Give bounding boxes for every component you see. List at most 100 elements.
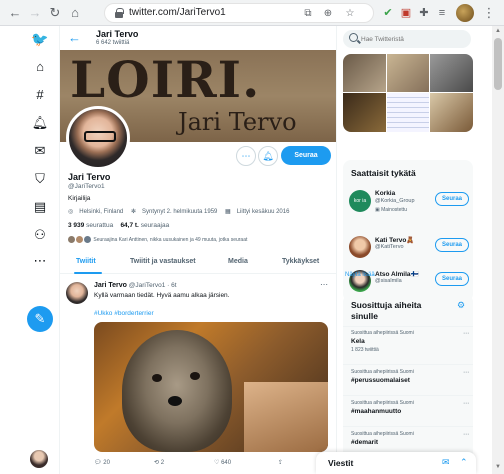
- media-thumbnail[interactable]: [343, 93, 386, 132]
- trend-item[interactable]: Suosittua aihepiirissä Suomi #maahanmuut…: [351, 400, 469, 415]
- gear-icon[interactable]: ⚙: [457, 300, 465, 311]
- media-thumbnail[interactable]: [343, 54, 386, 92]
- suggestion-item[interactable]: Kati Tervo🧸 @KatiTervo Seuraa: [349, 234, 471, 264]
- promoted-icon: ▣: [375, 207, 380, 213]
- notification-bell-button[interactable]: 🔔︎: [258, 146, 278, 166]
- show-more-link[interactable]: Näytä lisää: [345, 272, 375, 278]
- media-thumbnail[interactable]: [387, 54, 429, 92]
- promoted-label: ▣ Mainostettu: [375, 207, 407, 213]
- suggestion-avatar[interactable]: kor ia: [349, 190, 371, 212]
- extension-red-icon[interactable]: ▣: [398, 5, 414, 21]
- media-thumbnail[interactable]: [430, 54, 473, 92]
- trend-more-icon[interactable]: ⋯: [463, 330, 469, 337]
- followers-label[interactable]: seuraajaa: [141, 222, 170, 229]
- back-arrow-icon[interactable]: ←: [68, 30, 81, 45]
- follow-suggestion-button[interactable]: Seuraa: [435, 192, 469, 206]
- tweet-image[interactable]: [94, 322, 328, 452]
- trend-item[interactable]: Suosittua aihepiirissä Suomi #perussuoma…: [351, 369, 469, 384]
- profile-birth: Syntynyt 2. helmikuuta 1959: [141, 209, 218, 215]
- profile-person-icon[interactable]: ⚇: [31, 226, 49, 244]
- home-nav-icon[interactable]: ⌂: [31, 58, 49, 76]
- tweet[interactable]: Jari Tervo @JariTervo1 · 6t ⋯ Kyllä varm…: [60, 276, 336, 474]
- scroll-up-arrow-icon[interactable]: ▲: [495, 28, 501, 34]
- zoom-icon[interactable]: ⊕: [321, 7, 335, 21]
- tab-tweets-replies[interactable]: Twiitit ja vastaukset: [130, 258, 196, 265]
- search-input[interactable]: [361, 32, 466, 46]
- chevron-up-icon[interactable]: ⌃: [460, 457, 468, 468]
- like-count: 640: [221, 460, 232, 466]
- notifications-bell-icon[interactable]: 🔔︎: [31, 114, 49, 132]
- install-icon[interactable]: ⧉: [301, 7, 315, 21]
- new-message-icon[interactable]: ✉: [442, 457, 450, 468]
- suggestion-name[interactable]: Atso Almila🇫🇮: [375, 270, 419, 278]
- more-circle-icon[interactable]: ⋯: [31, 252, 49, 270]
- share-icon[interactable]: ⇪: [278, 459, 283, 466]
- trend-more-icon[interactable]: ⋯: [463, 431, 469, 438]
- media-thumbnail[interactable]: [430, 93, 473, 132]
- follower-avatar: [68, 236, 75, 243]
- suggestion-name[interactable]: Korkia: [375, 190, 395, 197]
- scroll-down-arrow-icon[interactable]: ▼: [495, 464, 501, 470]
- reading-list-icon[interactable]: ≡: [434, 5, 450, 21]
- banner-title: LOIRI.: [70, 50, 261, 109]
- messages-envelope-icon[interactable]: ✉: [31, 142, 49, 160]
- media-thumbnail[interactable]: [387, 93, 429, 132]
- page-scrollbar[interactable]: ▲ ▼: [492, 26, 504, 474]
- like-action[interactable]: ♡ 640: [214, 459, 231, 466]
- follow-suggestion-button[interactable]: Seuraa: [435, 238, 469, 252]
- tweet-hashtags[interactable]: #Ukko #borderterrier: [94, 310, 154, 317]
- trend-more-icon[interactable]: ⋯: [463, 369, 469, 376]
- retweet-action[interactable]: ⟲ 2: [154, 459, 164, 466]
- reload-icon[interactable]: ↻: [46, 4, 64, 22]
- tweet-author[interactable]: Jari Tervo: [94, 282, 127, 289]
- heart-icon: ♡: [214, 460, 220, 466]
- following-count[interactable]: 3 939: [68, 222, 84, 229]
- account-avatar[interactable]: [30, 450, 48, 468]
- forward-arrow-icon[interactable]: →: [26, 4, 44, 22]
- trend-name: #maahanmuutto: [351, 408, 402, 415]
- compose-tweet-button[interactable]: ✎: [27, 306, 53, 332]
- followed-by[interactable]: Seuraajina Kari Anttinen, nikka uusukain…: [68, 236, 247, 243]
- following-label[interactable]: seurattua: [86, 222, 113, 229]
- trend-more-icon[interactable]: ⋯: [463, 400, 469, 407]
- trend-item[interactable]: Suosittua aihepiirissä Suomi #demarit ⋯: [351, 431, 469, 446]
- extensions-puzzle-icon[interactable]: ✚: [416, 5, 432, 21]
- trend-name: Kela: [351, 338, 365, 345]
- scrollbar-thumb[interactable]: [494, 38, 502, 90]
- followed-by-text: Seuraajina Kari Anttinen, nikka uusukain…: [93, 236, 248, 243]
- tweet-more-icon[interactable]: ⋯: [320, 280, 328, 289]
- browser-profile-avatar[interactable]: [456, 4, 474, 22]
- search-box[interactable]: [343, 30, 471, 48]
- back-arrow-icon[interactable]: ←: [6, 4, 24, 22]
- tab-likes[interactable]: Tykkäykset: [282, 258, 319, 265]
- suggestions-title: Saattaisit tykätä: [351, 168, 416, 178]
- follow-suggestion-button[interactable]: Seuraa: [435, 272, 469, 286]
- tab-tweets[interactable]: Twiitit: [76, 258, 96, 265]
- messages-drawer[interactable]: Viestit ✉ ⌃: [316, 452, 476, 474]
- trend-context: Suosittua aihepiirissä Suomi: [351, 431, 414, 437]
- twitter-bird-icon[interactable]: 🐦: [31, 30, 49, 48]
- trend-name: #demarit: [351, 439, 379, 446]
- profile-avatar[interactable]: [66, 106, 130, 170]
- follow-button[interactable]: Seuraa: [281, 146, 331, 165]
- suggestion-item[interactable]: kor ia Korkia @Korkia_Group ▣ Mainostett…: [349, 188, 471, 218]
- bookmarks-icon[interactable]: ⛉: [31, 170, 49, 188]
- suggestion-avatar[interactable]: [349, 236, 371, 258]
- lists-icon[interactable]: ▤: [31, 198, 49, 216]
- reply-action[interactable]: 💬︎ 20: [94, 459, 110, 466]
- dog-photo: [122, 330, 232, 452]
- extension-check-icon[interactable]: ✔: [380, 5, 396, 21]
- followers-count[interactable]: 64,7 t.: [120, 222, 138, 229]
- trend-item[interactable]: Suosittua aihepiirissä Suomi Kela 1 823 …: [351, 330, 469, 353]
- tweet-avatar[interactable]: [66, 282, 88, 304]
- browser-menu-icon[interactable]: ⋮: [482, 4, 496, 22]
- bookmark-star-icon[interactable]: ☆: [343, 7, 357, 21]
- more-options-button[interactable]: ⋯: [236, 146, 256, 166]
- address-bar[interactable]: twitter.com/JariTervo1 ⧉ ⊕ ☆: [104, 3, 374, 23]
- explore-hash-icon[interactable]: #: [31, 86, 49, 104]
- sidebar-right: Saattaisit tykätä kor ia Korkia @Korkia_…: [337, 26, 504, 474]
- suggestion-name[interactable]: Kati Tervo🧸: [375, 236, 414, 244]
- tab-media[interactable]: Media: [228, 258, 248, 265]
- home-icon[interactable]: ⌂: [66, 4, 84, 22]
- header-tweet-count: 6 642 twiittiä: [96, 40, 130, 46]
